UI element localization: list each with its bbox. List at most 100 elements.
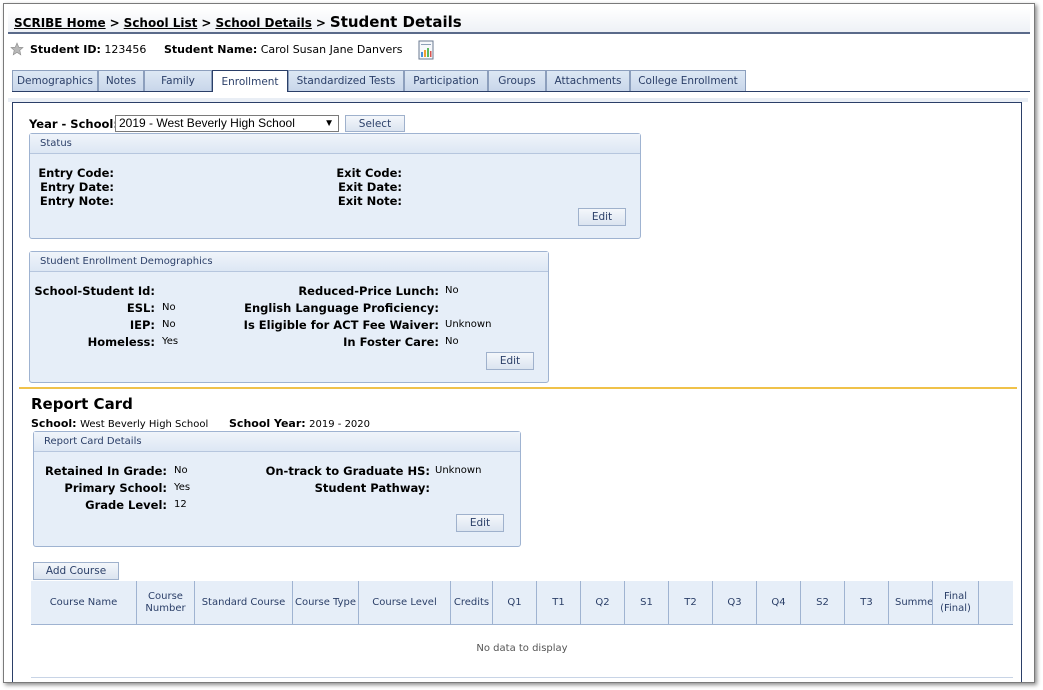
column-header[interactable]: Q4 (757, 581, 801, 625)
status-panel-title: Status (30, 134, 640, 154)
column-header[interactable]: Q2 (581, 581, 625, 625)
breadcrumb-school-details-link[interactable]: School Details (215, 16, 311, 30)
grade-level-value: 12 (174, 499, 187, 510)
column-header[interactable]: Course Type (293, 581, 359, 625)
tab-demographics[interactable]: Demographics (12, 70, 98, 91)
app-window: SCRIBE Home > School List > School Details > S… (3, 3, 1035, 683)
year-school-label: Year - School: (29, 117, 118, 131)
retained-in-grade-label: Retained In Grade: (44, 464, 167, 478)
esl-label: ESL: (126, 301, 155, 315)
act-fee-waiver-value: Unknown (445, 319, 492, 330)
foster-care-value: No (445, 336, 459, 347)
report-card-year-label: School Year: (229, 417, 306, 430)
english-proficiency-label: English Language Proficiency: (244, 301, 439, 315)
entry-note-label: Entry Note: (39, 194, 114, 208)
report-card-details-panel: Report Card Details Retained In Grade: N… (33, 431, 521, 547)
iep-label: IEP: (129, 318, 155, 332)
report-card-edit-button[interactable]: Edit (456, 514, 504, 532)
page-title: Student Details (329, 13, 462, 31)
enrollment-content: Year - School: 2019 - West Beverly High … (12, 102, 1022, 682)
enrollment-demographics-panel: Student Enrollment Demographics School-S… (29, 251, 549, 383)
select-button[interactable]: Select (345, 115, 405, 132)
student-id: Student ID: 123456 (30, 43, 146, 56)
exit-code-label: Exit Code: (336, 166, 402, 180)
reduced-price-lunch-value: No (445, 285, 459, 296)
dropdown-arrow-icon: ▼ (324, 118, 334, 129)
entry-code-label: Entry Code: (38, 166, 114, 180)
status-edit-button[interactable]: Edit (578, 208, 626, 226)
student-id-value: 123456 (104, 43, 147, 56)
table-bottom-border (31, 677, 1013, 678)
breadcrumb-separator: > (109, 16, 120, 30)
report-icon[interactable] (418, 40, 434, 63)
breadcrumb-home-link[interactable]: SCRIBE Home (14, 16, 106, 30)
primary-school-label: Primary School: (64, 481, 167, 495)
student-name: Student Name: Carol Susan Jane Danvers (164, 43, 403, 56)
year-school-selected: 2019 - West Beverly High School (119, 116, 295, 130)
student-pathway-label: Student Pathway: (314, 481, 430, 495)
on-track-label: On-track to Graduate HS: (265, 464, 430, 478)
reduced-price-lunch-label: Reduced-Price Lunch: (298, 284, 439, 298)
column-header[interactable]: T2 (669, 581, 713, 625)
column-header[interactable]: Course Level (359, 581, 451, 625)
column-header[interactable]: S2 (801, 581, 845, 625)
report-card-details-title: Report Card Details (34, 432, 520, 452)
report-card-school-value: West Beverly High School (80, 419, 209, 430)
foster-care-label: In Foster Care: (343, 335, 439, 349)
esl-value: No (162, 302, 176, 313)
report-card-year: School Year: 2019 - 2020 (229, 417, 370, 430)
demographics-edit-button[interactable]: Edit (486, 352, 534, 370)
demographics-panel-title: Student Enrollment Demographics (30, 252, 548, 272)
act-fee-waiver-label: Is Eligible for ACT Fee Waiver: (243, 318, 439, 332)
grade-level-label: Grade Level: (85, 498, 167, 512)
column-header[interactable]: T1 (537, 581, 581, 625)
tab-standardized-tests[interactable]: Standardized Tests (288, 70, 404, 91)
iep-value: No (162, 319, 176, 330)
breadcrumb-separator: > (315, 16, 326, 30)
entry-date-label: Entry Date: (40, 180, 114, 194)
tab-enrollment[interactable]: Enrollment (212, 70, 288, 92)
breadcrumb: SCRIBE Home > School List > School Details > S… (14, 13, 462, 31)
homeless-value: Yes (162, 336, 179, 347)
column-header[interactable]: Final (Final) (933, 581, 979, 625)
add-course-button[interactable]: Add Course (33, 562, 119, 580)
favorite-star-icon[interactable] (10, 42, 24, 59)
section-divider (19, 387, 1017, 389)
homeless-label: Homeless: (87, 335, 155, 349)
tab-family[interactable]: Family (144, 70, 212, 91)
school-student-id-label: School-Student Id: (34, 284, 155, 298)
tab-attachments[interactable]: Attachments (546, 70, 630, 91)
column-header[interactable]: Standard Course (195, 581, 293, 625)
student-id-label: Student ID: (30, 43, 101, 56)
report-card-title: Report Card (31, 395, 133, 413)
breadcrumb-bar: SCRIBE Home > School List > School Details > S… (8, 8, 1030, 34)
column-header[interactable]: S1 (625, 581, 669, 625)
year-school-select[interactable]: 2019 - West Beverly High School ▼ (115, 115, 339, 132)
status-panel: Status Entry Code: Entry Date: Entry Not… (29, 133, 641, 239)
tab-bar: Demographics Notes Family Enrollment Sta… (12, 70, 1030, 92)
breadcrumb-separator: > (201, 16, 212, 30)
column-header[interactable]: Course Name (31, 581, 137, 625)
on-track-value: Unknown (435, 465, 482, 476)
report-card-year-value: 2019 - 2020 (309, 419, 371, 430)
report-card-school-label: School: (31, 417, 77, 430)
column-header[interactable]: Q3 (713, 581, 757, 625)
student-name-label: Student Name: (164, 43, 258, 56)
exit-note-label: Exit Note: (337, 194, 402, 208)
student-name-value: Carol Susan Jane Danvers (260, 43, 403, 56)
tab-groups[interactable]: Groups (488, 70, 546, 91)
column-header[interactable]: Course Number (137, 581, 195, 625)
breadcrumb-school-list-link[interactable]: School List (124, 16, 198, 30)
column-header[interactable]: Credits (451, 581, 493, 625)
column-header[interactable]: Summe (889, 581, 933, 625)
tab-participation[interactable]: Participation (404, 70, 488, 91)
tab-notes[interactable]: Notes (98, 70, 144, 91)
retained-in-grade-value: No (174, 465, 188, 476)
tab-college-enrollment[interactable]: College Enrollment (630, 70, 746, 91)
exit-date-label: Exit Date: (338, 180, 402, 194)
report-card-school: School: West Beverly High School (31, 417, 208, 430)
column-header[interactable]: T3 (845, 581, 889, 625)
courses-table-header: Course Name Course Number Standard Cours… (31, 581, 1013, 625)
empty-table-message: No data to display (476, 643, 568, 654)
column-header[interactable]: Q1 (493, 581, 537, 625)
